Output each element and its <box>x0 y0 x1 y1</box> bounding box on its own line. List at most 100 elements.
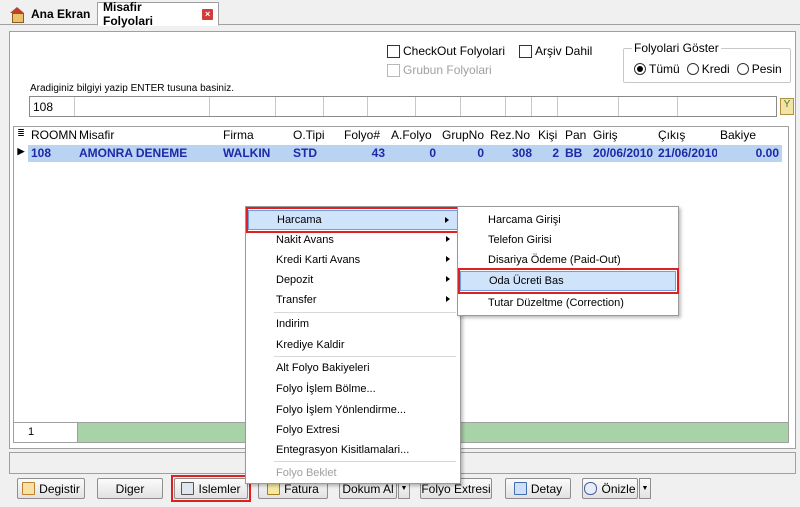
menu-item-route-label: Folyo İşlem Yönlendirme... <box>276 404 407 416</box>
menu-item-transfer[interactable]: Transfer <box>248 290 458 310</box>
submenu-item-phone-entry-label: Telefon Girisi <box>488 234 552 246</box>
col-pan[interactable]: Pan <box>562 127 590 144</box>
col-group[interactable]: GrupNo <box>439 127 487 144</box>
menu-item-credit-advance[interactable]: Kredi Karti Avans <box>248 250 458 270</box>
col-folio[interactable]: Folyo# <box>341 127 388 144</box>
filter-cell-afolio[interactable] <box>368 97 416 116</box>
col-rez[interactable]: Rez.No <box>487 127 535 144</box>
tab-guest-folios-label: Misafir Folyolari <box>103 0 154 28</box>
grid-header: ≣ ROOMN Misafir Firma O.Tipi Folyo# A.Fo… <box>14 127 782 144</box>
filter-cell-type[interactable] <box>276 97 324 116</box>
operations-button[interactable]: Islemler <box>174 478 248 499</box>
filter-cell-pax[interactable] <box>506 97 532 116</box>
row-selected-icon: ▶ <box>14 145 28 162</box>
col-pax[interactable]: Kişi <box>535 127 562 144</box>
radio-cash-button[interactable] <box>736 63 749 75</box>
cell-afolio: 0 <box>429 146 436 160</box>
archive-filter[interactable]: Arşiv Dahil <box>519 44 592 58</box>
col-afolio[interactable]: A.Folyo <box>388 127 439 144</box>
menu-item-expense[interactable]: Harcama <box>248 210 458 230</box>
checkout-filter[interactable]: CheckOut Folyolari <box>387 44 505 58</box>
cell-checkout: 21/06/2010 <box>658 146 717 160</box>
menu-item-cash-advance-label: Nakit Avans <box>276 234 334 246</box>
col-roomn[interactable]: ROOMN <box>28 127 76 144</box>
table-row[interactable]: ▶ 108 AMONRA DENEME WALKIN STD 43 0 0 30… <box>14 145 782 162</box>
filter-cell-checkin[interactable] <box>558 97 620 116</box>
change-button[interactable]: Degistir <box>17 478 85 499</box>
detail-icon <box>513 482 527 495</box>
preview-button-label: Önizle <box>601 481 636 496</box>
col-balance[interactable]: Bakiye <box>717 127 782 144</box>
submenu-item-expense-entry[interactable]: Harcama Girişi <box>460 210 676 230</box>
menu-item-credit-advance-label: Kredi Karti Avans <box>276 254 361 266</box>
cell-rez: 308 <box>511 146 532 160</box>
checkout-label: CheckOut Folyolari <box>403 44 506 58</box>
submenu-item-phone-entry[interactable]: Telefon Girisi <box>460 230 676 250</box>
radio-all[interactable]: Tümü <box>634 62 680 76</box>
magnifier-icon <box>584 482 598 495</box>
filter-cell-group[interactable] <box>416 97 462 116</box>
radio-credit-button[interactable] <box>686 63 699 75</box>
preview-dropdown-icon[interactable]: ▼ <box>639 478 651 499</box>
menu-item-split[interactable]: Folyo İşlem Bölme... <box>248 379 458 399</box>
col-type[interactable]: O.Tipi <box>290 127 341 144</box>
filter-cell-balance[interactable] <box>678 97 776 116</box>
menu-item-deposit-label: Depozit <box>276 274 314 286</box>
submenu-item-expense-entry-label: Harcama Girişi <box>488 214 561 226</box>
header-marker-icon: ≣ <box>14 127 28 144</box>
radio-all-label: Tümü <box>649 62 680 76</box>
menu-item-discount[interactable]: Indirim <box>248 314 458 334</box>
col-company[interactable]: Firma <box>220 127 290 144</box>
col-checkout[interactable]: Çıkış <box>655 127 717 144</box>
radio-credit-label: Kredi <box>701 62 730 76</box>
radio-cash-label: Pesin <box>751 62 782 76</box>
radio-all-button[interactable] <box>634 63 646 75</box>
filter-cell-guest[interactable] <box>75 97 210 116</box>
checkout-checkbox[interactable] <box>387 44 400 58</box>
filter-cell-rez[interactable] <box>461 97 507 116</box>
tab-strip: Ana Ekran Misafir Folyolari × <box>0 0 800 28</box>
menu-item-move-to-credit[interactable]: Krediye Kaldir <box>248 335 458 355</box>
menu-item-integration[interactable]: Entegrasyon Kisitlamalari... <box>248 440 458 460</box>
submenu-arrow-icon <box>446 276 450 282</box>
cell-company: WALKIN <box>223 146 271 160</box>
other-button-label: Diger <box>115 481 145 496</box>
other-button[interactable]: Diger <box>97 478 163 499</box>
filter-cell-pan[interactable] <box>532 97 559 116</box>
col-guest[interactable]: Misafir <box>76 127 220 144</box>
tab-home[interactable]: Ana Ekran <box>4 2 96 25</box>
archive-checkbox[interactable] <box>519 44 532 58</box>
group-label: Grubun Folyolari <box>403 63 492 77</box>
cell-folio: 43 <box>371 146 385 160</box>
menu-item-route[interactable]: Folyo İşlem Yönlendirme... <box>248 400 458 420</box>
radio-credit[interactable]: Kredi <box>686 62 730 76</box>
close-icon[interactable]: × <box>202 8 213 20</box>
search-input[interactable]: 108 <box>30 97 76 116</box>
menu-item-hold-label: Folyo Beklet <box>276 467 337 479</box>
menu-separator <box>274 461 456 462</box>
menu-item-cash-advance[interactable]: Nakit Avans <box>248 230 458 250</box>
submenu-item-correction-label: Tutar Düzeltme (Correction) <box>488 297 624 309</box>
submenu-item-paid-out[interactable]: Disariya Ödeme (Paid-Out) <box>460 250 676 270</box>
col-checkin[interactable]: Giriş <box>590 127 655 144</box>
submenu-item-correction[interactable]: Tutar Düzeltme (Correction) <box>460 293 676 313</box>
preview-button[interactable]: Önizle <box>582 478 638 499</box>
cell-pan: BB <box>565 146 583 160</box>
group-filter: Grubun Folyolari <box>387 63 492 77</box>
detail-button[interactable]: Detay <box>505 478 571 499</box>
menu-item-deposit[interactable]: Depozit <box>248 270 458 290</box>
menu-item-folio-statement[interactable]: Folyo Extresi <box>248 420 458 440</box>
submenu-arrow-icon <box>446 236 450 242</box>
search-filter-row: 108 <box>29 96 777 117</box>
submenu-item-room-charge-label: Oda Ücreti Bas <box>489 275 564 287</box>
radio-cash[interactable]: Pesin <box>736 62 782 76</box>
tab-guest-folios[interactable]: Misafir Folyolari × <box>97 0 219 28</box>
filter-cell-folio[interactable] <box>324 97 368 116</box>
filter-cell-company[interactable] <box>210 97 276 116</box>
detail-button-label: Detay <box>530 481 563 496</box>
filter-cell-checkout[interactable] <box>619 97 678 116</box>
menu-item-subfolio-balances[interactable]: Alt Folyo Bakiyeleri <box>248 358 458 378</box>
filter-icon[interactable]: Y <box>780 98 794 115</box>
submenu-arrow-icon <box>445 217 449 223</box>
submenu-item-room-charge[interactable]: Oda Ücreti Bas <box>460 271 676 291</box>
